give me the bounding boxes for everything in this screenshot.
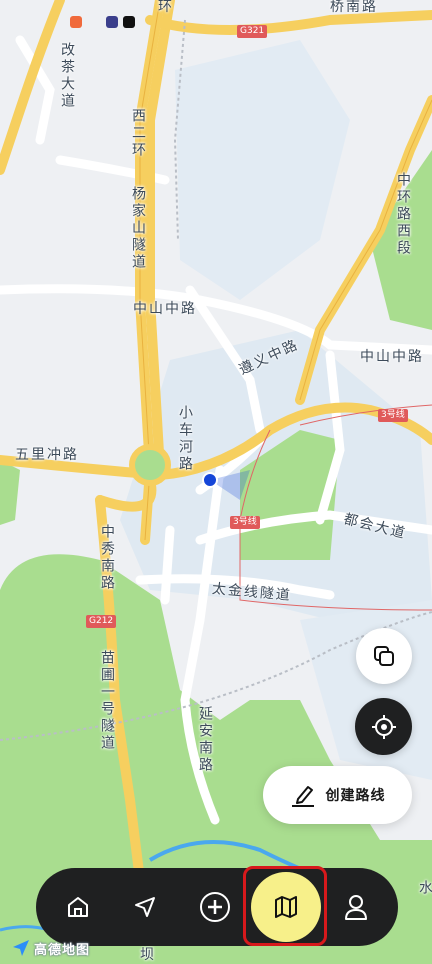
layers-button[interactable]	[356, 628, 412, 684]
road-label: 中秀南路	[99, 524, 115, 592]
logo-text: 高德地图	[34, 942, 91, 958]
road-label: 延安南路	[197, 706, 213, 774]
bottom-nav-bar	[36, 868, 398, 946]
pen-icon	[291, 786, 314, 807]
nav-home[interactable]	[48, 868, 108, 946]
create-route-button[interactable]: 创建路线	[263, 766, 412, 824]
road-label: 中山中路	[133, 301, 197, 317]
app-red-icon	[70, 16, 82, 28]
road-label: 苗圃一号隧道	[99, 650, 115, 752]
create-route-label: 创建路线	[325, 788, 386, 804]
metro-shield: 3号线	[378, 409, 408, 422]
profile-icon	[345, 895, 367, 920]
nav-profile[interactable]	[326, 868, 386, 946]
road-label: 五里冲路	[15, 447, 79, 463]
metro-shield: 3号线	[230, 516, 260, 529]
road-label: 中山中路	[360, 349, 424, 365]
road-label: 小车河路	[177, 405, 193, 473]
road-label: 水	[417, 880, 432, 897]
road-label: 桥南路	[330, 0, 378, 15]
highway-shield: G321	[237, 25, 268, 38]
road-label: 杨家山隧道	[130, 186, 146, 271]
road-label: 中环路西段	[395, 172, 411, 257]
locate-button[interactable]	[355, 698, 412, 755]
amap-logo-icon	[13, 940, 29, 956]
tiktok-icon	[123, 16, 135, 28]
current-location-dot	[202, 472, 218, 488]
add-icon	[200, 892, 230, 922]
road-label: 改茶大道	[59, 42, 75, 110]
nav-add[interactable]	[185, 868, 245, 946]
road-label: 西二环	[130, 108, 146, 159]
highway-shield: G212	[86, 615, 117, 628]
road-label: 环	[158, 0, 174, 15]
amap-logo: 高德地图	[12, 938, 90, 958]
layers-icon	[374, 646, 394, 666]
navigate-icon	[135, 897, 155, 917]
road-label: 坝	[140, 947, 156, 963]
nav-navigate[interactable]	[115, 868, 175, 946]
selection-highlight	[243, 866, 327, 946]
locate-icon	[371, 714, 396, 739]
app-blue-icon	[106, 16, 118, 28]
home-icon	[68, 897, 88, 917]
